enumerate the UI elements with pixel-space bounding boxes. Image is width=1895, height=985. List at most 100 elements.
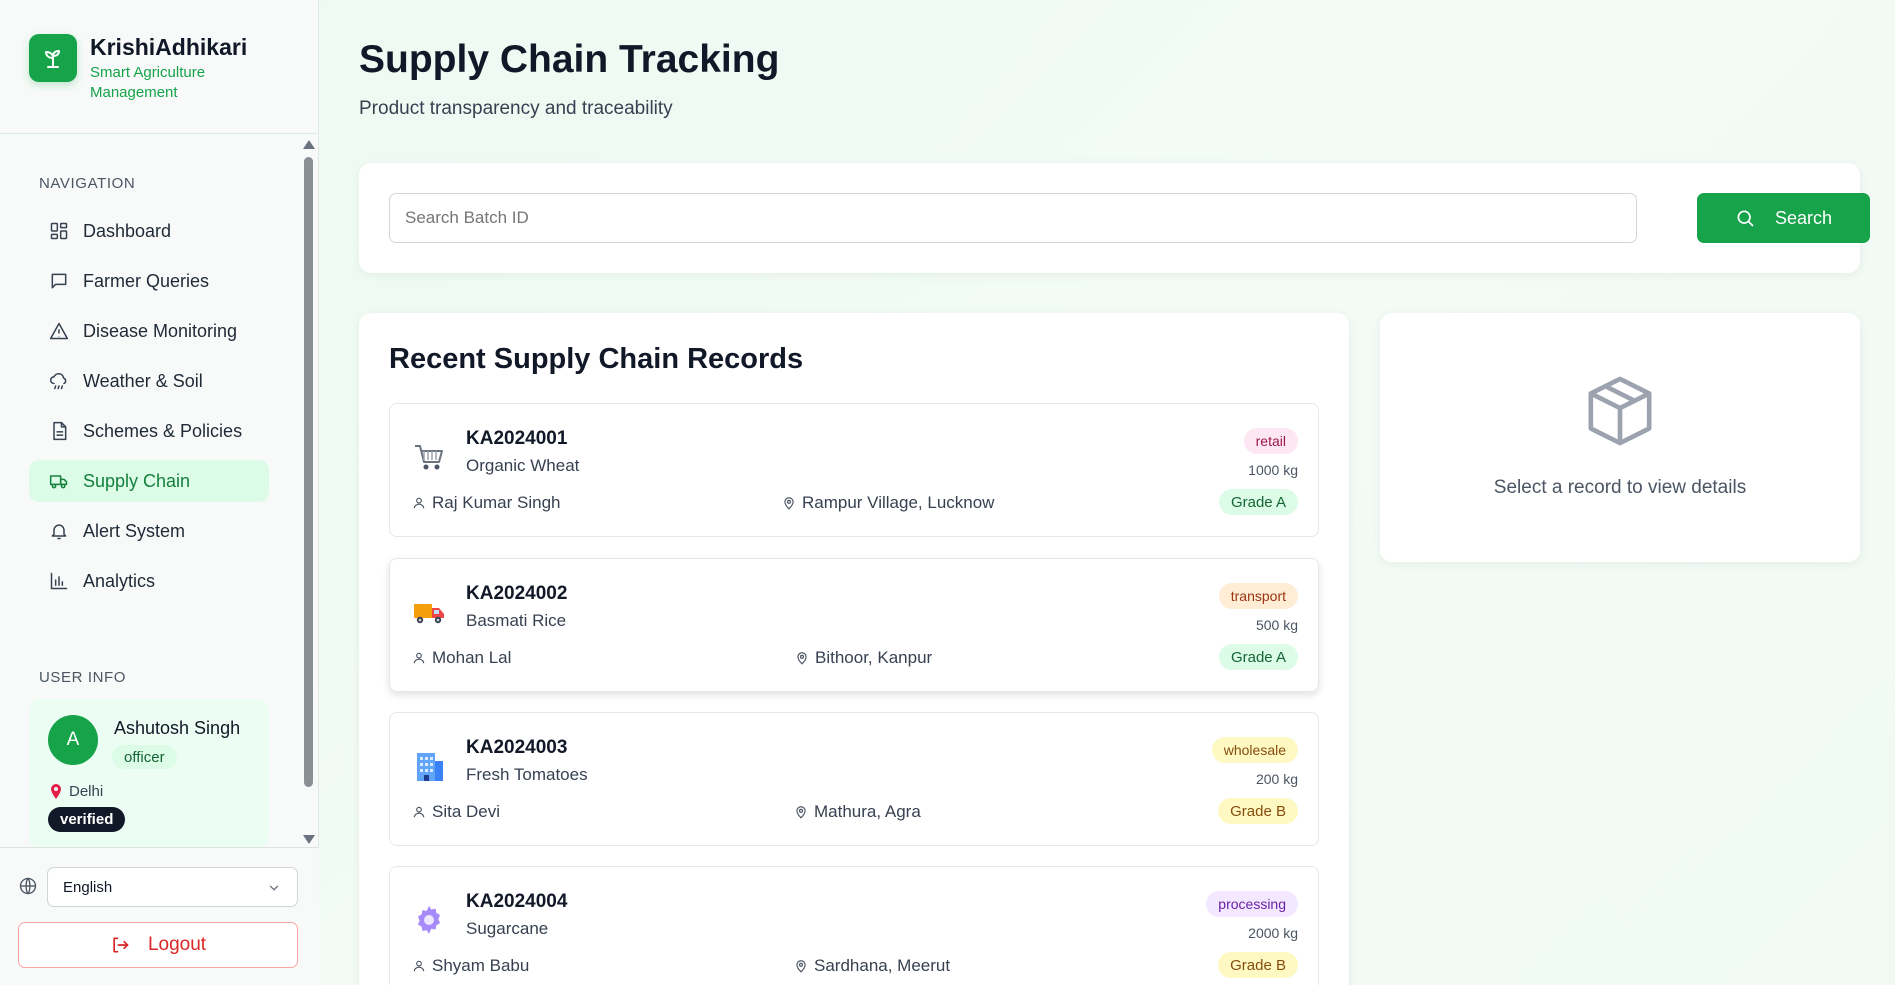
location-pin-icon	[794, 804, 808, 820]
location-pin-icon	[794, 958, 808, 974]
bell-icon	[48, 520, 70, 542]
records-title: Recent Supply Chain Records	[389, 343, 804, 375]
sidebar-item-label: Farmer Queries	[83, 270, 210, 291]
record-details-panel: Select a record to view details	[1380, 313, 1860, 562]
search-button[interactable]: Search	[1697, 193, 1870, 243]
empty-details-text: Select a record to view details	[1493, 477, 1747, 498]
sidebar-item-label: Weather & Soil	[83, 370, 203, 391]
record-card[interactable]: KA2024004 Sugarcane Shyam Babu Sardhana,…	[389, 866, 1319, 985]
shopping-cart-icon	[412, 440, 446, 474]
navigation-heading: NAVIGATION	[39, 175, 136, 192]
search-button-label: Search	[1774, 207, 1833, 228]
record-card[interactable]: KA2024002 Basmati Rice Mohan Lal Bithoor…	[389, 558, 1319, 692]
record-card[interactable]: KA2024001 Organic Wheat Raj Kumar Singh …	[389, 403, 1319, 537]
stage-badge: retail	[1243, 428, 1298, 454]
farmer-name: Shyam Babu	[412, 956, 529, 976]
message-icon	[48, 270, 70, 292]
sidebar-item-disease-monitoring[interactable]: Disease Monitoring	[29, 310, 269, 352]
logout-icon	[110, 935, 130, 955]
sidebar-item-label: Disease Monitoring	[83, 320, 238, 341]
sidebar-item-label: Dashboard	[83, 220, 172, 241]
chevron-down-icon	[267, 881, 281, 899]
farmer-name-text: Shyam Babu	[432, 956, 530, 975]
product-name: Sugarcane	[466, 919, 549, 938]
quantity: 1000 kg	[1248, 462, 1298, 478]
sidebar-item-schemes-policies[interactable]: Schemes & Policies	[29, 410, 269, 452]
brand-subtitle: Smart Agriculture Management	[90, 64, 206, 101]
farmer-name: Sita Devi	[412, 802, 500, 822]
scroll-up-arrow-icon[interactable]	[303, 140, 315, 149]
user-icon	[412, 959, 426, 973]
brand: KrishiAdhikari Smart Agriculture Managem…	[0, 0, 318, 134]
user-icon	[412, 496, 426, 510]
record-location-text: Mathura, Agra	[814, 802, 921, 821]
sidebar-item-supply-chain[interactable]: Supply Chain	[29, 460, 269, 502]
role-badge: officer	[112, 745, 177, 769]
farmer-name: Mohan Lal	[412, 648, 511, 668]
quantity: 500 kg	[1255, 617, 1298, 633]
location-pin-icon	[782, 495, 796, 511]
quantity: 2000 kg	[1248, 925, 1298, 941]
map-pin-icon	[50, 784, 62, 799]
grade-badge: Grade A	[1218, 644, 1298, 670]
bar-chart-icon	[48, 570, 70, 592]
sidebar-scrollbar[interactable]	[301, 137, 315, 847]
sidebar-item-label: Analytics	[83, 570, 156, 591]
farmer-name: Raj Kumar Singh	[412, 493, 561, 513]
sidebar: KrishiAdhikari Smart Agriculture Managem…	[0, 0, 319, 985]
record-location: Bithoor, Kanpur	[795, 648, 932, 668]
dashboard-icon	[48, 220, 70, 242]
sidebar-scroll-area: NAVIGATION Dashboard Farmer Queries Dise…	[0, 135, 319, 847]
sidebar-item-label: Alert System	[83, 520, 186, 541]
language-select[interactable]: English	[47, 867, 298, 907]
batch-id: KA2024004	[466, 891, 568, 912]
farmer-name-text: Mohan Lal	[432, 648, 512, 667]
batch-id: KA2024001	[466, 428, 568, 449]
truck-icon	[48, 470, 70, 492]
sidebar-item-farmer-queries[interactable]: Farmer Queries	[29, 260, 269, 302]
grade-badge: Grade A	[1218, 489, 1298, 515]
sprout-logo-icon	[29, 34, 77, 82]
language-selected: English	[63, 878, 113, 896]
logout-button[interactable]: Logout	[18, 922, 298, 968]
office-building-icon	[412, 749, 446, 783]
gear-icon	[412, 903, 446, 937]
search-input[interactable]	[389, 193, 1637, 243]
scroll-down-arrow-icon[interactable]	[303, 835, 315, 844]
quantity: 200 kg	[1255, 771, 1298, 787]
grade-badge: Grade B	[1218, 798, 1298, 824]
user-info-heading: USER INFO	[39, 669, 127, 686]
scroll-thumb[interactable]	[304, 157, 313, 787]
avatar: A	[48, 715, 98, 765]
sidebar-item-analytics[interactable]: Analytics	[29, 560, 269, 602]
user-location: Delhi	[50, 783, 103, 800]
stage-badge: transport	[1218, 583, 1298, 609]
record-location: Rampur Village, Lucknow	[782, 493, 994, 513]
record-location: Sardhana, Meerut	[794, 956, 950, 976]
stage-badge: processing	[1206, 891, 1298, 917]
sidebar-item-weather-soil[interactable]: Weather & Soil	[29, 360, 269, 402]
main-content: Supply Chain Tracking Product transparen…	[319, 0, 1895, 985]
grade-badge: Grade B	[1218, 952, 1298, 978]
stage-badge: wholesale	[1211, 737, 1298, 763]
user-location-text: Delhi	[69, 783, 104, 800]
farmer-name-text: Raj Kumar Singh	[432, 493, 561, 512]
sidebar-item-dashboard[interactable]: Dashboard	[29, 210, 269, 252]
user-icon	[412, 805, 426, 819]
cloud-rain-icon	[48, 370, 70, 392]
record-location-text: Bithoor, Kanpur	[815, 648, 933, 667]
product-name: Basmati Rice	[466, 611, 567, 630]
page-title: Supply Chain Tracking	[359, 38, 780, 81]
package-icon	[1585, 373, 1655, 454]
record-card[interactable]: KA2024003 Fresh Tomatoes Sita Devi Mathu…	[389, 712, 1319, 846]
sidebar-item-alert-system[interactable]: Alert System	[29, 510, 269, 552]
user-info-card: A Ashutosh Singh officer Delhi verified	[29, 699, 269, 847]
search-card: Search	[359, 163, 1870, 273]
user-name: Ashutosh Singh	[114, 718, 241, 738]
record-location-text: Rampur Village, Lucknow	[802, 493, 995, 512]
location-pin-icon	[795, 650, 809, 666]
page-subtitle: Product transparency and traceability	[359, 98, 673, 119]
document-icon	[48, 420, 70, 442]
records-card: Recent Supply Chain Records KA2024001 Or…	[359, 313, 1349, 985]
user-icon	[412, 651, 426, 665]
